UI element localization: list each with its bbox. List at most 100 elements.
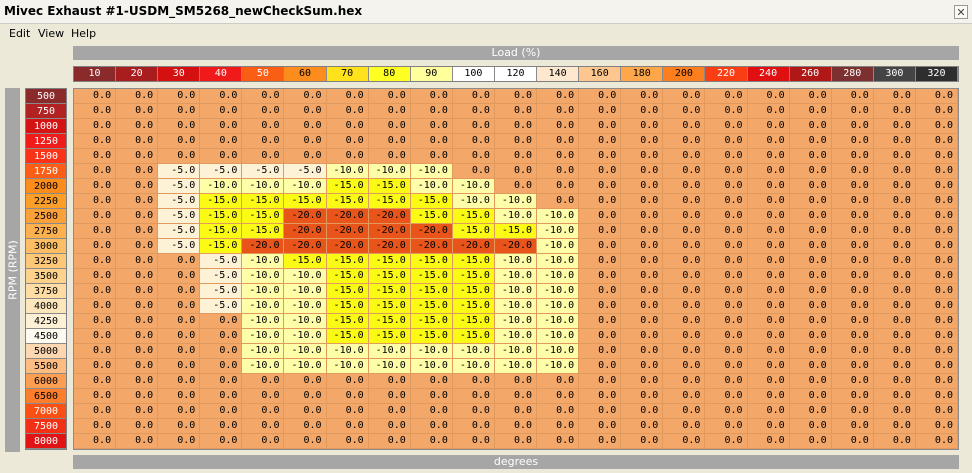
close-icon[interactable]: ✕: [954, 5, 968, 19]
table-cell[interactable]: -10.0: [537, 359, 580, 374]
table-cell[interactable]: 0.0: [326, 104, 369, 119]
table-cell[interactable]: 0.0: [873, 284, 916, 299]
table-cell[interactable]: 0.0: [452, 119, 495, 134]
table-cell[interactable]: 0.0: [663, 389, 706, 404]
table-cell[interactable]: 0.0: [200, 119, 243, 134]
table-cell[interactable]: 0.0: [242, 434, 285, 449]
table-cell[interactable]: 0.0: [116, 344, 159, 359]
table-cell[interactable]: 0.0: [452, 404, 495, 419]
table-cell[interactable]: 0.0: [242, 119, 285, 134]
table-cell[interactable]: -10.0: [242, 269, 285, 284]
table-cell[interactable]: 0.0: [410, 149, 453, 164]
table-cell[interactable]: 0.0: [915, 254, 958, 269]
table-cell[interactable]: 0.0: [284, 104, 327, 119]
table-cell[interactable]: -10.0: [537, 239, 580, 254]
table-cell[interactable]: 0.0: [410, 104, 453, 119]
table-cell[interactable]: 0.0: [74, 194, 117, 209]
table-cell[interactable]: 0.0: [705, 314, 748, 329]
table-cell[interactable]: -20.0: [284, 239, 327, 254]
table-cell[interactable]: 0.0: [789, 209, 832, 224]
table-cell[interactable]: 0.0: [452, 389, 495, 404]
table-cell[interactable]: 0.0: [242, 149, 285, 164]
table-cell[interactable]: 0.0: [621, 254, 664, 269]
table-cell[interactable]: 0.0: [537, 179, 580, 194]
table-cell[interactable]: 0.0: [621, 359, 664, 374]
table-cell[interactable]: 0.0: [663, 194, 706, 209]
table-cell[interactable]: 0.0: [200, 344, 243, 359]
table-cell[interactable]: -10.0: [242, 284, 285, 299]
table-cell[interactable]: -15.0: [410, 314, 453, 329]
table-cell[interactable]: -5.0: [200, 284, 243, 299]
table-cell[interactable]: 0.0: [915, 299, 958, 314]
table-cell[interactable]: 0.0: [74, 344, 117, 359]
table-cell[interactable]: 0.0: [452, 149, 495, 164]
table-cell[interactable]: 0.0: [537, 134, 580, 149]
table-cell[interactable]: 0.0: [789, 389, 832, 404]
table-cell[interactable]: 0.0: [200, 374, 243, 389]
table-cell[interactable]: -20.0: [242, 239, 285, 254]
table-cell[interactable]: 0.0: [831, 224, 874, 239]
table-cell[interactable]: 0.0: [579, 224, 622, 239]
table-cell[interactable]: 0.0: [116, 434, 159, 449]
table-cell[interactable]: -15.0: [494, 224, 538, 239]
table-cell[interactable]: 0.0: [284, 374, 327, 389]
x-axis-cell[interactable]: 100: [452, 67, 495, 81]
table-cell[interactable]: -20.0: [368, 239, 411, 254]
table-cell[interactable]: -5.0: [158, 164, 201, 179]
table-cell[interactable]: 0.0: [873, 179, 916, 194]
table-cell[interactable]: -20.0: [326, 224, 369, 239]
table-cell[interactable]: 0.0: [873, 359, 916, 374]
table-cell[interactable]: -10.0: [242, 299, 285, 314]
table-cell[interactable]: 0.0: [831, 164, 874, 179]
table-cell[interactable]: -15.0: [326, 314, 369, 329]
table-cell[interactable]: -10.0: [284, 314, 327, 329]
table-cell[interactable]: 0.0: [116, 374, 159, 389]
table-cell[interactable]: 0.0: [663, 434, 706, 449]
table-cell[interactable]: 0.0: [74, 89, 117, 104]
table-cell[interactable]: 0.0: [242, 134, 285, 149]
table-cell[interactable]: 0.0: [579, 149, 622, 164]
table-cell[interactable]: -5.0: [158, 179, 201, 194]
table-cell[interactable]: 0.0: [915, 314, 958, 329]
table-cell[interactable]: 0.0: [873, 419, 916, 434]
x-axis-cell[interactable]: 140: [537, 67, 580, 81]
table-cell[interactable]: -20.0: [368, 224, 411, 239]
table-cell[interactable]: 0.0: [368, 389, 411, 404]
table-cell[interactable]: -10.0: [326, 344, 369, 359]
table-cell[interactable]: 0.0: [284, 119, 327, 134]
table-cell[interactable]: 0.0: [116, 269, 159, 284]
table-cell[interactable]: 0.0: [621, 134, 664, 149]
table-cell[interactable]: -15.0: [200, 209, 243, 224]
table-cell[interactable]: 0.0: [74, 419, 117, 434]
table-cell[interactable]: -10.0: [410, 164, 453, 179]
table-cell[interactable]: 0.0: [831, 434, 874, 449]
table-cell[interactable]: 0.0: [831, 194, 874, 209]
y-axis-cell[interactable]: 500: [26, 89, 66, 104]
y-axis-cell[interactable]: 1500: [26, 149, 66, 164]
window-titlebar[interactable]: Mivec Exhaust #1-USDM_SM5268_newCheckSum…: [0, 0, 972, 24]
table-cell[interactable]: 0.0: [789, 194, 832, 209]
table-cell[interactable]: 0.0: [200, 419, 243, 434]
table-cell[interactable]: -15.0: [284, 254, 327, 269]
table-cell[interactable]: -10.0: [410, 359, 453, 374]
table-cell[interactable]: 0.0: [873, 119, 916, 134]
table-cell[interactable]: 0.0: [747, 89, 790, 104]
table-cell[interactable]: 0.0: [200, 404, 243, 419]
table-cell[interactable]: 0.0: [621, 239, 664, 254]
table-cell[interactable]: 0.0: [158, 359, 201, 374]
table-cell[interactable]: 0.0: [368, 89, 411, 104]
table-cell[interactable]: 0.0: [747, 269, 790, 284]
table-cell[interactable]: 0.0: [452, 374, 495, 389]
table-cell[interactable]: -10.0: [494, 284, 538, 299]
table-cell[interactable]: 0.0: [621, 104, 664, 119]
table-cell[interactable]: 0.0: [747, 239, 790, 254]
table-cell[interactable]: 0.0: [579, 239, 622, 254]
table-cell[interactable]: 0.0: [663, 419, 706, 434]
table-cell[interactable]: 0.0: [873, 194, 916, 209]
table-cell[interactable]: 0.0: [158, 374, 201, 389]
table-cell[interactable]: 0.0: [326, 374, 369, 389]
table-cell[interactable]: 0.0: [747, 104, 790, 119]
table-cell[interactable]: 0.0: [915, 149, 958, 164]
table-cell[interactable]: 0.0: [663, 374, 706, 389]
table-cell[interactable]: 0.0: [74, 224, 117, 239]
